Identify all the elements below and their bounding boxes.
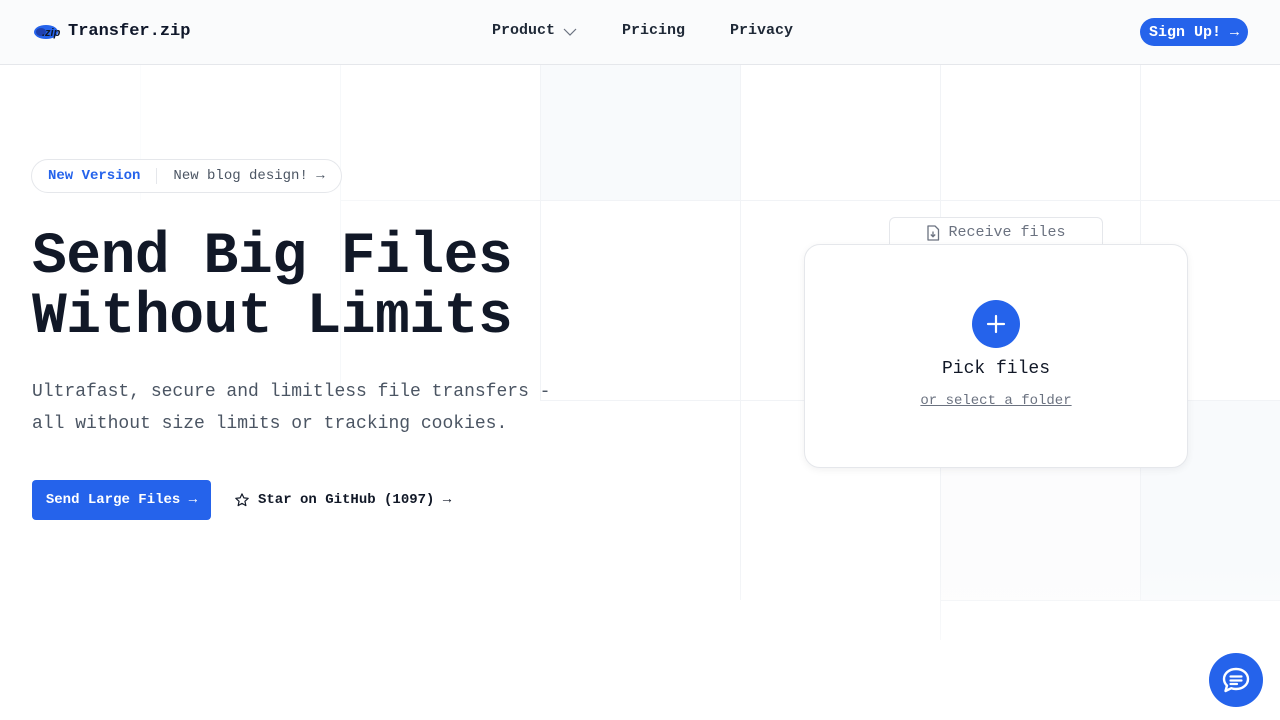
hero-title: Send Big Files Without Limits: [32, 225, 513, 350]
hero-subtitle: Ultrafast, secure and limitless file tra…: [32, 382, 551, 434]
nav-product[interactable]: Product: [492, 22, 577, 39]
star-on-github-link[interactable]: Star on GitHub (1097) →: [234, 490, 451, 510]
logo-zip-text: .zip: [42, 27, 61, 39]
nav-privacy[interactable]: Privacy: [730, 22, 793, 39]
plus-icon: [986, 314, 1006, 334]
chat-bubble-icon: [1222, 667, 1250, 693]
star-icon: [235, 493, 249, 507]
file-upload-card[interactable]: Pick files or select a folder: [804, 244, 1188, 468]
nav-pricing[interactable]: Pricing: [622, 22, 685, 39]
select-folder-link[interactable]: or select a folder: [805, 393, 1187, 409]
hero-title-line-1: Send Big Files: [32, 225, 513, 290]
nav-product-label: Product: [492, 22, 556, 39]
announcement-tag: New Version: [48, 168, 141, 184]
github-cta-label: Star on GitHub (1097) →: [258, 492, 452, 508]
announcement-divider: [156, 168, 158, 184]
top-navigation-bar: .zip Transfer.zip Product Pricing Privac…: [0, 0, 1280, 65]
add-files-button[interactable]: [972, 300, 1020, 348]
brand-name: Transfer.zip: [68, 21, 191, 41]
brand-logo[interactable]: .zip Transfer.zip: [32, 19, 190, 43]
zip-logo-icon: .zip: [32, 19, 64, 43]
chat-support-button[interactable]: [1209, 653, 1263, 707]
chevron-down-icon: [563, 28, 577, 36]
file-download-icon: [927, 224, 940, 241]
receive-files-tab[interactable]: Receive files: [889, 217, 1103, 247]
send-large-files-button[interactable]: Send Large Files →: [32, 480, 211, 520]
sign-up-button[interactable]: Sign Up! →: [1140, 18, 1248, 46]
receive-files-label: Receive files: [948, 224, 1066, 241]
announcement-text: New blog design! →: [173, 168, 325, 184]
pick-files-label[interactable]: Pick files: [805, 359, 1187, 379]
announcement-pill[interactable]: New Version New blog design! →: [31, 159, 342, 193]
hero-title-line-2: Without Limits: [32, 285, 513, 350]
page: .zip Transfer.zip Product Pricing Privac…: [0, 0, 1280, 720]
